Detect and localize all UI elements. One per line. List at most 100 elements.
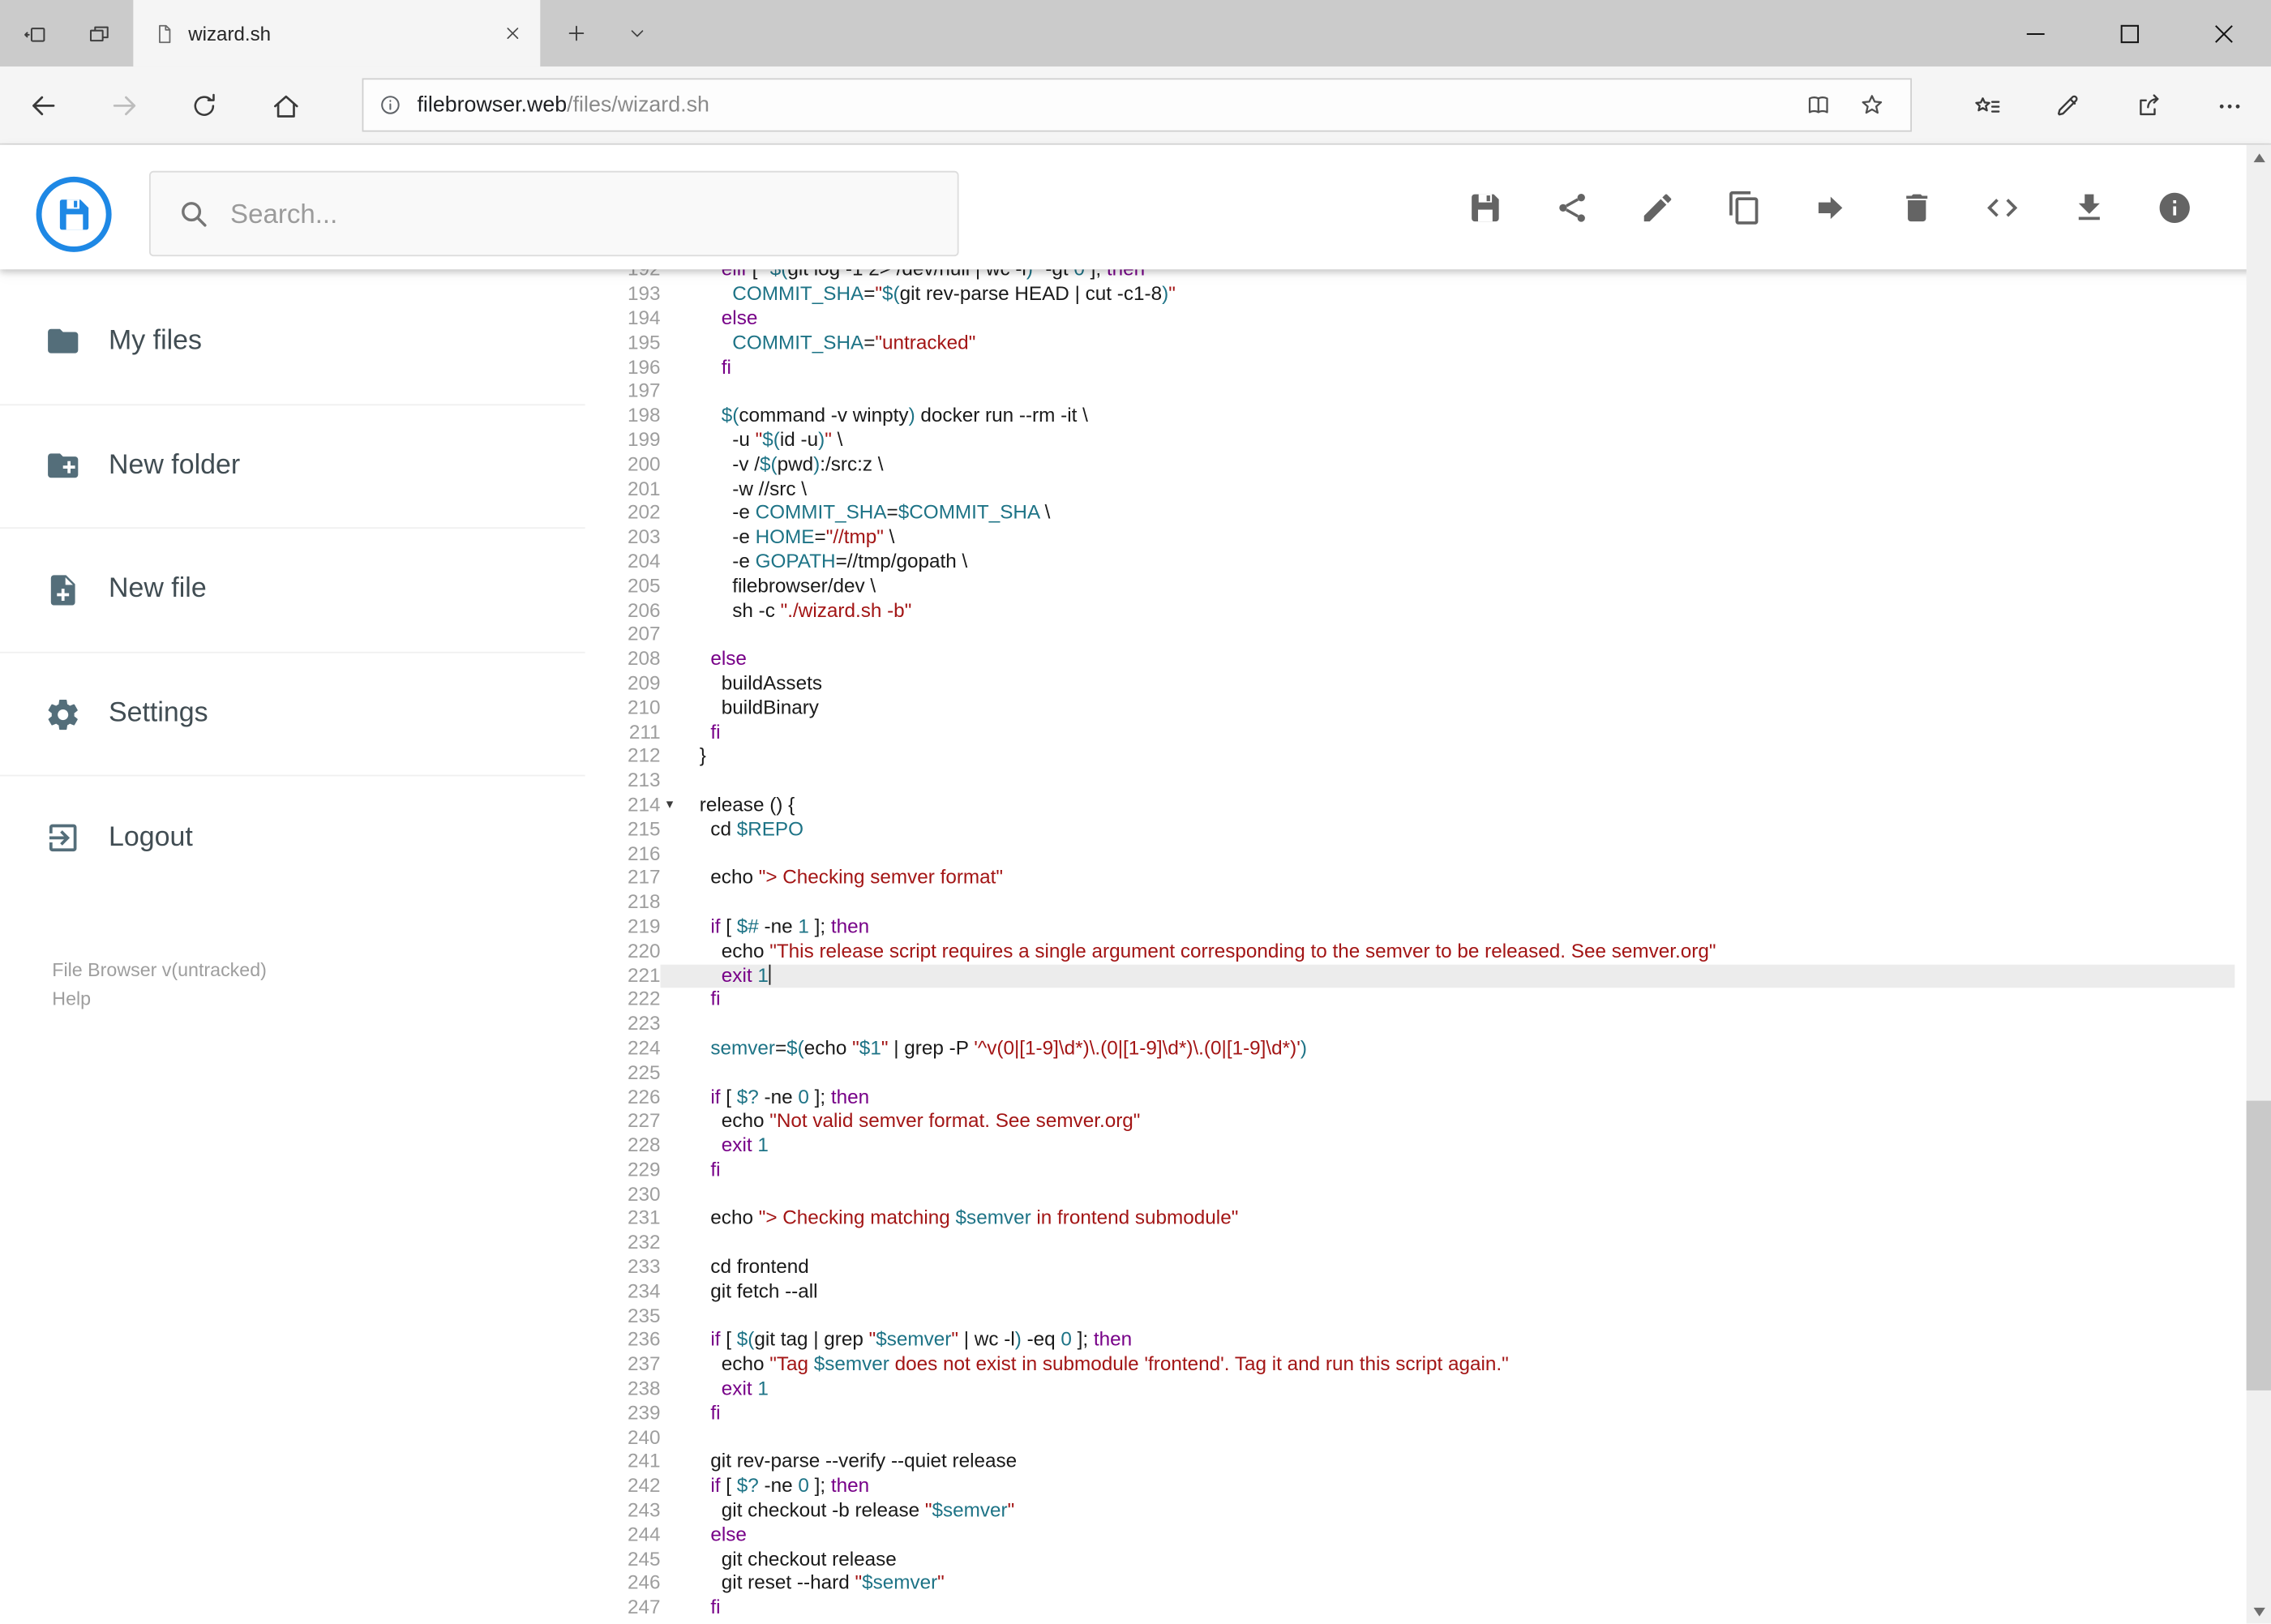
code-line-212[interactable]: 212} xyxy=(585,745,2235,769)
code-line-227[interactable]: 227 echo "Not valid semver format. See s… xyxy=(585,1110,2235,1134)
code-line-209[interactable]: 209 buildAssets xyxy=(585,672,2235,696)
code-line-240[interactable]: 240 xyxy=(585,1426,2235,1450)
fold-arrow-icon[interactable]: ▾ xyxy=(666,794,674,818)
code-line-193[interactable]: 193 COMMIT_SHA="$(git rev-parse HEAD | c… xyxy=(585,283,2235,307)
code-line-246[interactable]: 246 git reset --hard "$semver" xyxy=(585,1572,2235,1596)
code-line-210[interactable]: 210 buildBinary xyxy=(585,696,2235,721)
code-line-203[interactable]: 203 -e HOME="//tmp" \ xyxy=(585,526,2235,551)
address-bar[interactable]: filebrowser.web/files/wizard.sh xyxy=(362,78,1912,132)
vertical-scrollbar[interactable] xyxy=(2246,144,2271,1624)
code-line-234[interactable]: 234 git fetch --all xyxy=(585,1280,2235,1305)
sidebar-item-new-file[interactable]: New file xyxy=(0,527,585,652)
code-line-194[interactable]: 194 else xyxy=(585,307,2235,332)
url-text[interactable]: filebrowser.web/files/wizard.sh xyxy=(417,92,1791,117)
code-line-214[interactable]: 214 ▾ release () { xyxy=(585,794,2235,818)
sidebar-item-logout[interactable]: Logout xyxy=(0,775,585,899)
browser-tab[interactable]: wizard.sh xyxy=(133,0,541,67)
code-line-211[interactable]: 211 fi xyxy=(585,721,2235,745)
code-line-226[interactable]: 226 if [ $? -ne 0 ]; then xyxy=(585,1086,2235,1110)
code-line-222[interactable]: 222 fi xyxy=(585,988,2235,1013)
code-line-225[interactable]: 225 xyxy=(585,1061,2235,1086)
hub-icon[interactable] xyxy=(1956,74,2020,138)
code-line-218[interactable]: 218 xyxy=(585,891,2235,915)
favorite-star-icon[interactable] xyxy=(1845,92,1899,119)
code-line-221[interactable]: 221 exit 1 xyxy=(585,963,2235,988)
tab-preview-icon[interactable] xyxy=(66,0,131,66)
code-line-247[interactable]: 247 fi xyxy=(585,1596,2235,1621)
back-icon[interactable] xyxy=(11,74,75,138)
minimize-button[interactable] xyxy=(1989,0,2083,66)
code-line-239[interactable]: 239 fi xyxy=(585,1402,2235,1426)
code-line-238[interactable]: 238 exit 1 xyxy=(585,1378,2235,1402)
code-line-196[interactable]: 196 fi xyxy=(585,356,2235,380)
sidebar-item-new-folder[interactable]: New folder xyxy=(0,403,585,528)
code-line-242[interactable]: 242 if [ $? -ne 0 ]; then xyxy=(585,1475,2235,1499)
info-button[interactable] xyxy=(2157,189,2193,225)
code-line-200[interactable]: 200 -v /$(pwd):/src:z \ xyxy=(585,453,2235,478)
code-line-201[interactable]: 201 -w //src \ xyxy=(585,478,2235,502)
home-icon[interactable] xyxy=(254,74,318,138)
sidebar-item-settings[interactable]: Settings xyxy=(0,651,585,775)
code-line-245[interactable]: 245 git checkout release xyxy=(585,1548,2235,1572)
code-line-228[interactable]: 228 exit 1 xyxy=(585,1134,2235,1159)
share-button[interactable] xyxy=(1553,189,1590,225)
tab-close-icon[interactable] xyxy=(499,20,525,46)
code-line-243[interactable]: 243 git checkout -b release "$semver" xyxy=(585,1499,2235,1523)
code-line-192[interactable]: 192 elif [ "$(git log -1 2> /dev/null | … xyxy=(585,269,2235,282)
code-line-231[interactable]: 231 echo "> Checking matching $semver in… xyxy=(585,1207,2235,1232)
code-line-199[interactable]: 199 -u "$(id -u)" \ xyxy=(585,429,2235,453)
code-line-230[interactable]: 230 xyxy=(585,1183,2235,1207)
code-line-216[interactable]: 216 xyxy=(585,842,2235,867)
rename-button[interactable] xyxy=(1639,189,1676,225)
code-line-198[interactable]: 198 $(command -v winpty) docker run --rm… xyxy=(585,405,2235,429)
code-line-217[interactable]: 217 echo "> Checking semver format" xyxy=(585,867,2235,891)
code-line-241[interactable]: 241 git rev-parse --verify --quiet relea… xyxy=(585,1450,2235,1475)
code-editor[interactable]: 192 elif [ "$(git log -1 2> /dev/null | … xyxy=(585,269,2235,1624)
web-note-pen-icon[interactable] xyxy=(2037,74,2101,138)
code-line-213[interactable]: 213 xyxy=(585,769,2235,794)
filebrowser-logo[interactable] xyxy=(35,175,113,253)
code-line-202[interactable]: 202 -e COMMIT_SHA=$COMMIT_SHA \ xyxy=(585,502,2235,526)
sidebar-item-my-files[interactable]: My files xyxy=(0,280,585,404)
code-line-244[interactable]: 244 else xyxy=(585,1523,2235,1548)
scroll-up-icon[interactable] xyxy=(2247,145,2271,169)
code-line-205[interactable]: 205 filebrowser/dev \ xyxy=(585,575,2235,599)
more-menu-icon[interactable] xyxy=(2197,74,2261,138)
search-input[interactable] xyxy=(230,197,932,230)
code-line-207[interactable]: 207 xyxy=(585,623,2235,648)
help-link[interactable]: Help xyxy=(52,985,267,1014)
set-tabs-aside-icon[interactable] xyxy=(3,0,67,66)
code-line-197[interactable]: 197 xyxy=(585,380,2235,405)
code-line-233[interactable]: 233 cd frontend xyxy=(585,1256,2235,1280)
maximize-button[interactable] xyxy=(2083,0,2177,66)
code-line-235[interactable]: 235 xyxy=(585,1305,2235,1329)
code-line-224[interactable]: 224 semver=$(echo "$1" | grep -P '^v(0|[… xyxy=(585,1037,2235,1061)
code-line-229[interactable]: 229 fi xyxy=(585,1159,2235,1183)
code-line-208[interactable]: 208 else xyxy=(585,648,2235,672)
share-icon[interactable] xyxy=(2118,74,2182,138)
code-line-220[interactable]: 220 echo "This release script requires a… xyxy=(585,940,2235,964)
code-line-237[interactable]: 237 echo "Tag $semver does not exist in … xyxy=(585,1353,2235,1378)
forward-icon[interactable] xyxy=(92,74,156,138)
code-line-195[interactable]: 195 COMMIT_SHA="untracked" xyxy=(585,332,2235,356)
refresh-icon[interactable] xyxy=(173,74,237,138)
download-button[interactable] xyxy=(2071,189,2107,225)
page-info-icon[interactable] xyxy=(378,92,402,117)
close-button[interactable] xyxy=(2177,0,2271,66)
code-line-236[interactable]: 236 if [ $(git tag | grep "$semver" | wc… xyxy=(585,1329,2235,1353)
tab-list-chevron-icon[interactable] xyxy=(608,0,666,66)
code-line-204[interactable]: 204 -e GOPATH=//tmp/gopath \ xyxy=(585,551,2235,575)
search-box[interactable] xyxy=(148,170,959,257)
new-tab-icon[interactable] xyxy=(547,0,605,66)
code-line-215[interactable]: 215 cd $REPO xyxy=(585,818,2235,842)
code-line-223[interactable]: 223 xyxy=(585,1013,2235,1037)
source-code-button[interactable] xyxy=(1984,189,2020,225)
move-button[interactable] xyxy=(1812,189,1849,225)
code-line-206[interactable]: 206 sh -c "./wizard.sh -b" xyxy=(585,599,2235,623)
scroll-down-icon[interactable] xyxy=(2247,1600,2271,1624)
save-button[interactable] xyxy=(1468,189,1504,225)
scrollbar-thumb[interactable] xyxy=(2246,1100,2271,1390)
code-line-232[interactable]: 232 xyxy=(585,1232,2235,1256)
code-line-219[interactable]: 219 if [ $# -ne 1 ]; then xyxy=(585,915,2235,940)
copy-button[interactable] xyxy=(1725,189,1762,225)
